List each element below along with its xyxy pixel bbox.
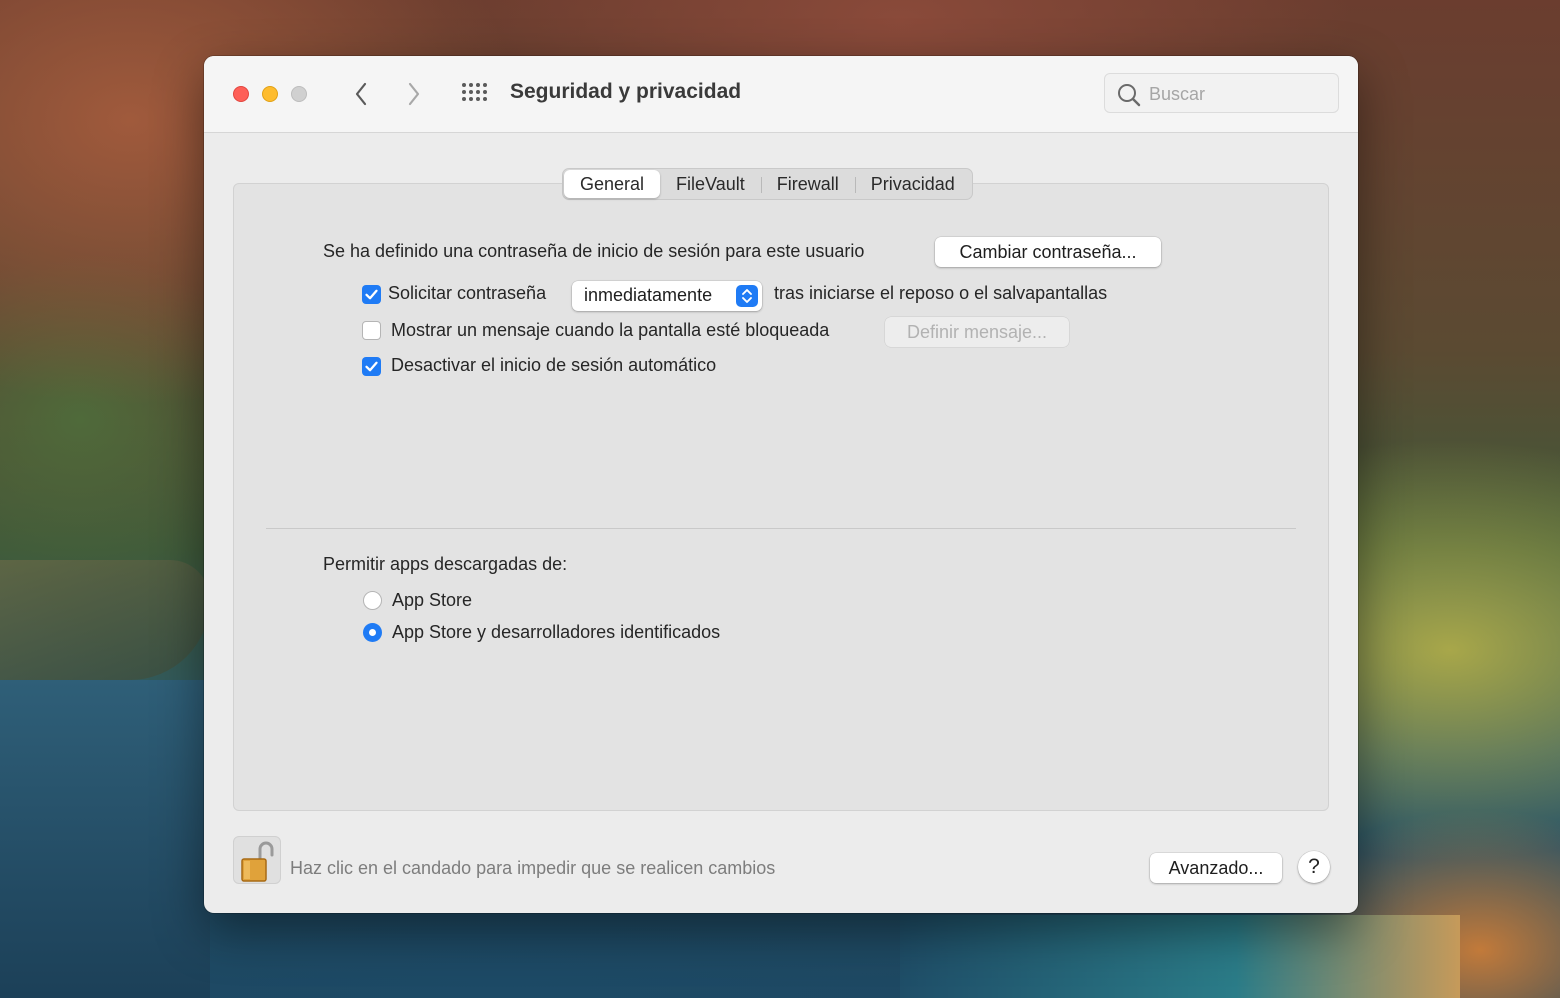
wallpaper-sea [0,680,210,998]
search-placeholder: Buscar [1149,84,1206,104]
lock-button[interactable] [233,836,281,884]
zoom-button[interactable] [291,86,307,102]
search-icon [1118,84,1141,107]
popup-arrows-icon [736,285,758,307]
radio-app-store[interactable] [363,591,382,610]
title-bar: Seguridad y privacidad Buscar [204,56,1358,133]
disable-auto-login-checkbox[interactable] [362,357,381,376]
set-message-button[interactable]: Definir mensaje... [885,317,1069,347]
advanced-button[interactable]: Avanzado... [1150,853,1282,883]
close-button[interactable] [233,86,249,102]
password-delay-value: inmediatamente [584,285,713,305]
show-all-button[interactable] [460,81,488,107]
wallpaper-bay [900,915,1460,998]
radio-app-store-identified[interactable] [363,623,382,642]
tab-privacidad[interactable]: Privacidad [854,170,971,198]
require-password-suffix: tras iniciarse el reposo o el salvapanta… [774,283,1108,303]
chevron-right-icon [408,82,420,106]
require-password-checkbox[interactable] [362,285,381,304]
lock-hint-text: Haz clic en el candado para impedir que … [290,858,776,878]
settings-panel [233,183,1329,811]
search-field[interactable]: Buscar [1104,73,1339,113]
help-button[interactable]: ? [1298,851,1330,883]
password-status-text: Se ha definido una contraseña de inicio … [323,241,865,261]
disable-auto-login-label: Desactivar el inicio de sesión automátic… [391,355,717,375]
radio-app-store-label: App Store [392,590,473,610]
section-divider [266,528,1296,529]
minimize-button[interactable] [262,86,278,102]
back-button[interactable] [347,80,375,108]
change-password-button[interactable]: Cambiar contraseña... [935,237,1161,267]
grid-icon [462,83,487,101]
tab-filevault[interactable]: FileVault [660,170,761,198]
window-title: Seguridad y privacidad [510,80,742,103]
show-message-label: Mostrar un mensaje cuando la pantalla es… [391,320,830,340]
require-password-label: Solicitar contraseña [388,283,547,303]
chevron-left-icon [355,82,367,106]
forward-button[interactable] [400,80,428,108]
tab-firewall[interactable]: Firewall [760,170,855,198]
show-message-checkbox[interactable] [362,321,381,340]
preferences-window: Seguridad y privacidad Buscar General Fi… [204,56,1358,913]
unlocked-padlock-icon [241,841,274,882]
radio-app-store-identified-label: App Store y desarrolladores identificado… [392,622,721,642]
checkmark-icon [365,361,378,372]
downloads-heading: Permitir apps descargadas de: [323,554,568,574]
tab-general[interactable]: General [564,170,661,198]
wallpaper-coast [0,560,210,680]
password-delay-popup[interactable]: inmediatamente [572,281,762,311]
tab-bar: General FileVault Firewall Privacidad [562,168,973,200]
checkmark-icon [365,289,378,300]
